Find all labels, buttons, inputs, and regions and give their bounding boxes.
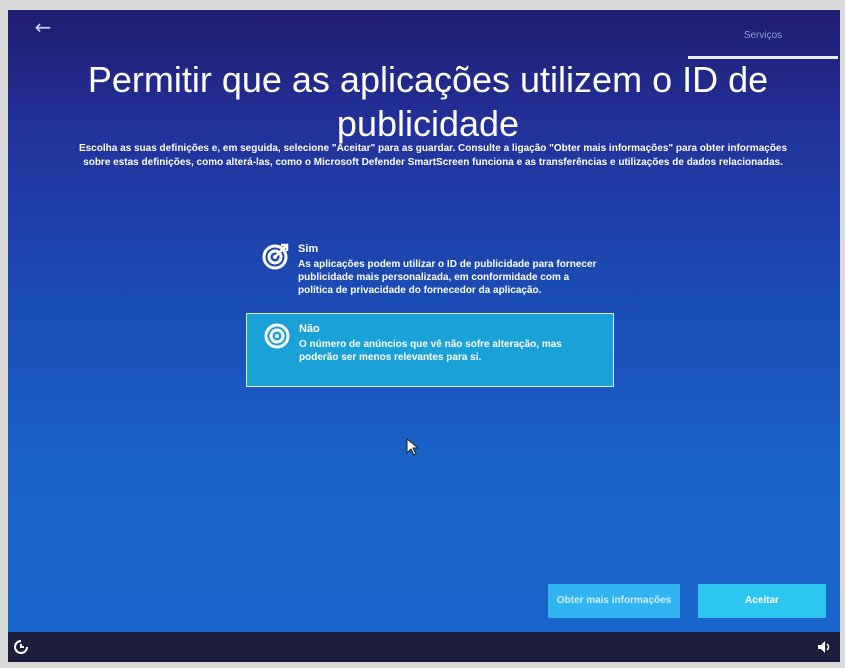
accept-button[interactable]: Aceitar	[698, 584, 826, 618]
page-subtitle: Escolha as suas definições e, em seguida…	[78, 143, 788, 168]
volume-icon[interactable]	[818, 641, 832, 653]
progress-indicator: Serviços	[688, 30, 838, 59]
accessibility-icon[interactable]	[14, 640, 28, 654]
option-yes-title: Sim	[298, 243, 319, 255]
option-no-description: O número de anúncios que vê não sofre al…	[299, 339, 562, 363]
taskbar	[8, 632, 840, 662]
option-no[interactable]: Não O número de anúncios que vê não sofr…	[246, 313, 614, 387]
option-yes-description: As aplicações podem utilizar o ID de pub…	[298, 259, 597, 296]
progress-label: Serviços	[743, 30, 783, 41]
option-no-title: Não	[299, 323, 320, 335]
learn-more-button[interactable]: Obter mais informações	[548, 584, 680, 618]
mouse-cursor-icon	[406, 438, 420, 456]
option-yes[interactable]: Sim As aplicações podem utilizar o ID de…	[246, 234, 614, 308]
back-arrow-icon[interactable]: ←	[28, 14, 58, 40]
page-title: Permitir que as aplicações utilizem o ID…	[87, 59, 769, 144]
target-off-icon	[264, 323, 290, 349]
target-icon	[262, 243, 289, 270]
oobe-screen: ← Serviços Permitir que as aplicações ut…	[8, 10, 840, 662]
